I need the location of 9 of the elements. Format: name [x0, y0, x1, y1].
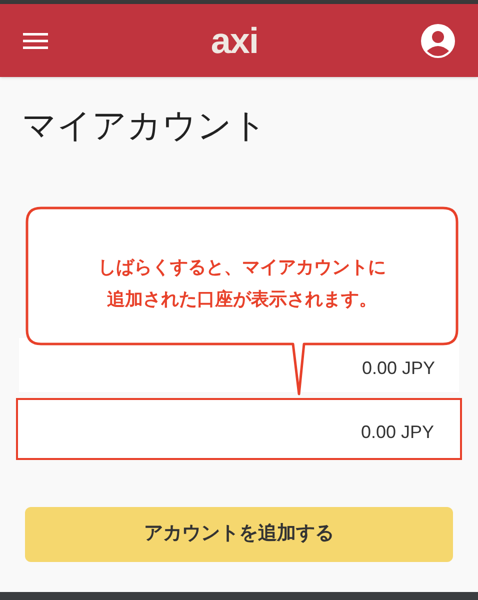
logo: axi — [210, 22, 258, 58]
account-balance: 0.00 JPY — [362, 356, 435, 380]
account-row[interactable]: 0.00 JPY — [16, 398, 462, 460]
menu-icon[interactable] — [23, 32, 48, 48]
page-title: マイアカウント — [22, 106, 268, 147]
add-account-button[interactable]: アカウントを追加する — [25, 507, 453, 562]
user-icon[interactable] — [420, 24, 455, 58]
account-balance: 0.00 JPY — [360, 420, 434, 444]
callout-text: しばらくすると、マイアカウントに 追加された口座が表示されます。 — [97, 256, 387, 311]
